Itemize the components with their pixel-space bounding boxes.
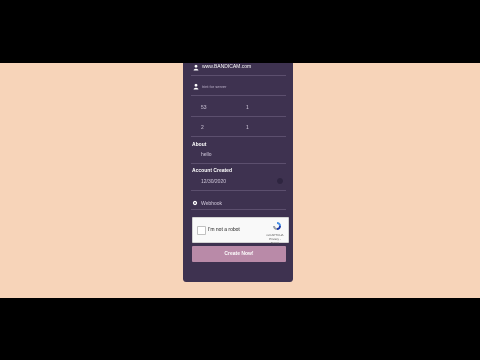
calendar-icon[interactable]	[277, 178, 283, 184]
account-created-label: Account Created	[192, 168, 233, 174]
number-row-1: 53 1	[191, 103, 286, 117]
user-icon	[193, 83, 199, 90]
number-input-2[interactable]: 1	[246, 105, 249, 111]
webhook-field[interactable]: Webhook	[191, 199, 286, 211]
page-background: www.BANDICAM.com hint for server 53 1 2 …	[0, 63, 480, 298]
about-field[interactable]: hello	[191, 150, 286, 164]
user-icon	[193, 64, 199, 71]
recaptcha-terms[interactable]: Privacy - Terms	[265, 237, 285, 245]
account-created-value: 12/30/2020	[201, 179, 227, 185]
about-label: About	[192, 142, 207, 148]
divider	[191, 209, 286, 210]
gear-icon	[192, 200, 198, 206]
username-field[interactable]: www.BANDICAM.com	[191, 63, 286, 76]
server-field[interactable]: hint for server	[191, 82, 286, 96]
recaptcha-widget: I'm not a robot reCAPTCHA Privacy - Term…	[192, 217, 289, 245]
divider	[191, 163, 286, 164]
recaptcha-label: I'm not a robot	[208, 227, 240, 233]
create-now-button[interactable]: Create Now!	[192, 246, 286, 262]
recaptcha-logo-icon	[273, 222, 281, 230]
username-value: www.BANDICAM.com	[202, 64, 252, 70]
divider	[191, 190, 286, 191]
server-input: hint for server	[202, 84, 227, 89]
number-input-4[interactable]: 1	[246, 125, 249, 131]
about-value: hello	[201, 152, 212, 158]
account-created-field[interactable]: 12/30/2020	[191, 177, 286, 191]
number-input-1[interactable]: 53	[201, 105, 207, 111]
letterbox-bottom	[0, 298, 480, 360]
signup-form-panel: www.BANDICAM.com hint for server 53 1 2 …	[183, 63, 293, 282]
letterbox-top	[0, 0, 480, 63]
divider	[191, 95, 286, 96]
number-input-3[interactable]: 2	[201, 125, 204, 131]
number-row-2: 2 1	[191, 123, 286, 137]
divider	[191, 75, 286, 76]
divider	[191, 116, 286, 117]
divider	[191, 136, 286, 137]
webhook-label: Webhook	[201, 201, 223, 207]
recaptcha-checkbox[interactable]	[197, 226, 206, 235]
